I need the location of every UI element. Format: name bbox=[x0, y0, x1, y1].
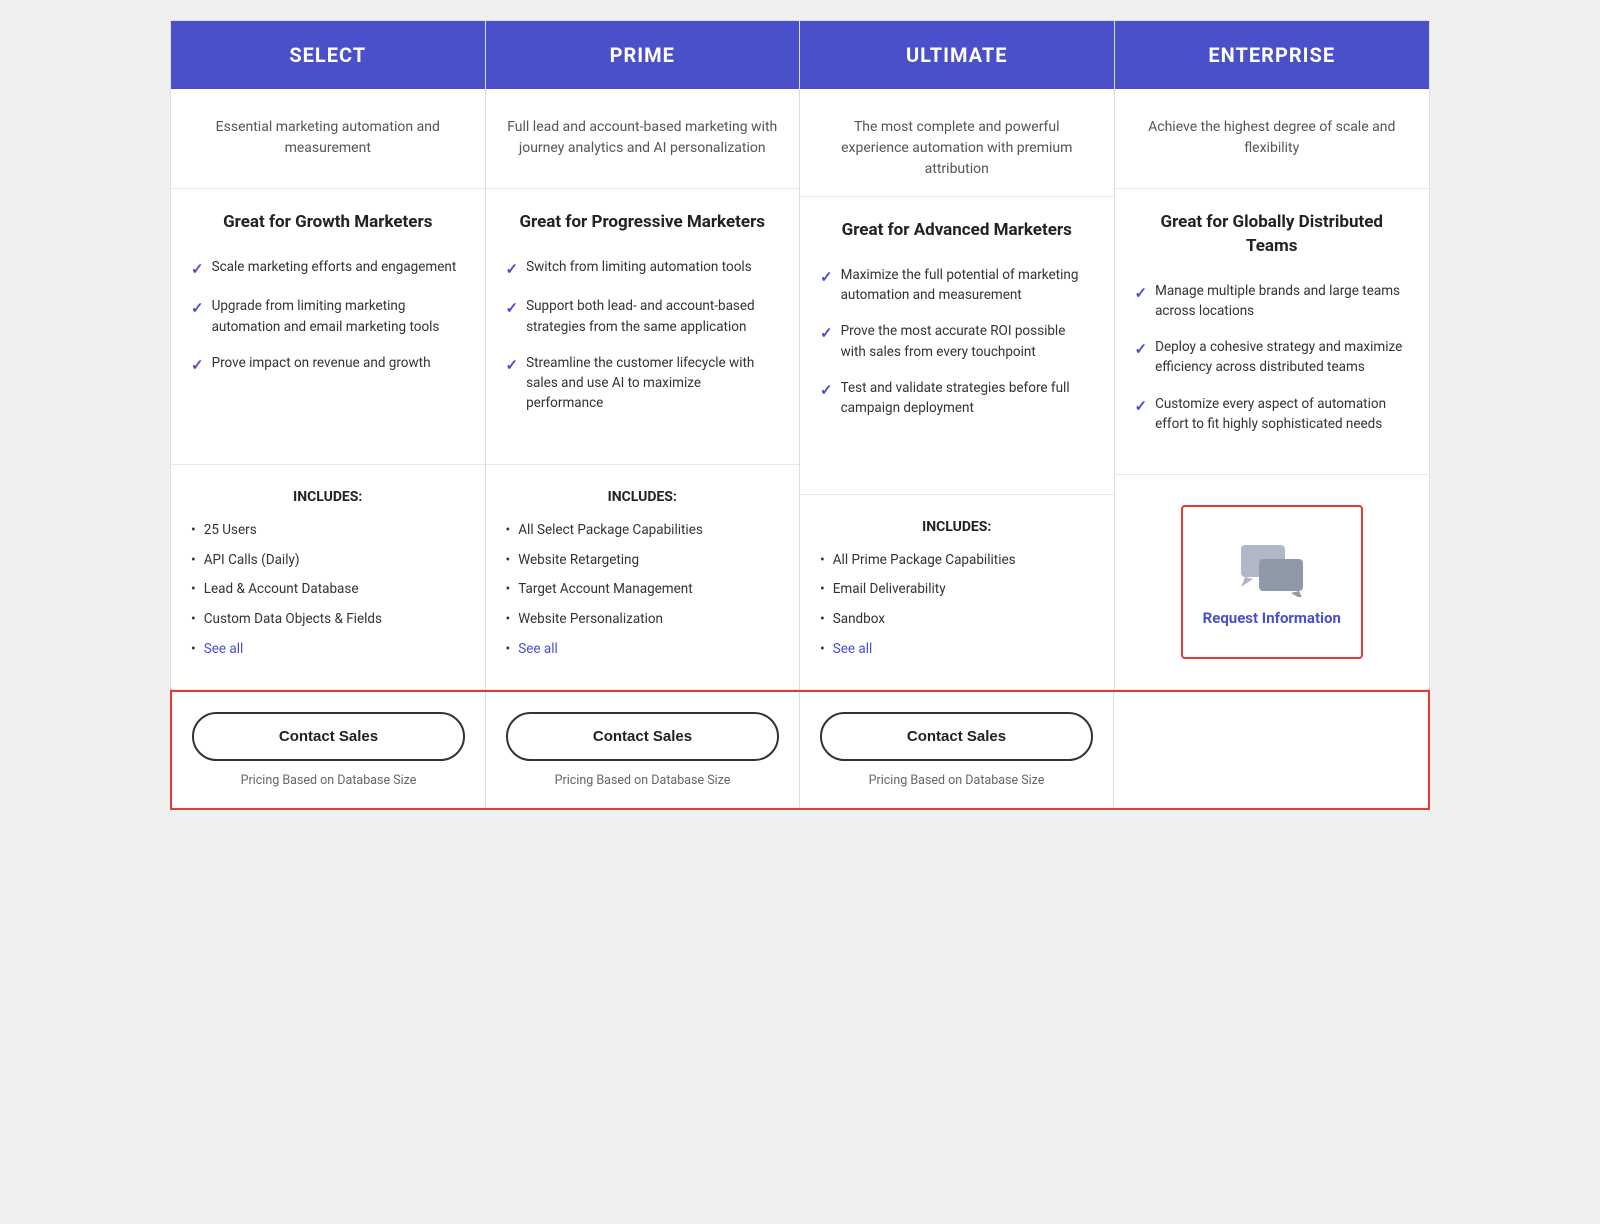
plan-prime-header: PRIME bbox=[486, 21, 800, 89]
footer-ultimate: Contact Sales Pricing Based on Database … bbox=[800, 692, 1114, 808]
check-icon: ✓ bbox=[1135, 338, 1148, 361]
chat-icon bbox=[1237, 537, 1307, 597]
plan-select-bullets: ✓Scale marketing efforts and engagement … bbox=[171, 245, 485, 465]
bullet-item: ✓Switch from limiting automation tools bbox=[506, 257, 780, 281]
plan-select-description: Essential marketing automation and measu… bbox=[171, 89, 485, 189]
includes-item: Target Account Management bbox=[506, 580, 780, 600]
pricing-comparison: SELECT Essential marketing automation an… bbox=[170, 20, 1430, 810]
includes-item: Website Personalization bbox=[506, 610, 780, 630]
bullet-item: ✓Prove impact on revenue and growth bbox=[191, 353, 465, 377]
pricing-note-prime: Pricing Based on Database Size bbox=[506, 773, 779, 788]
request-info-label[interactable]: Request Information bbox=[1203, 609, 1341, 627]
includes-list: All Prime Package Capabilities Email Del… bbox=[820, 551, 1094, 659]
includes-item: Lead & Account Database bbox=[191, 580, 465, 600]
plan-enterprise-request: Request Information bbox=[1115, 475, 1430, 690]
plan-ultimate: ULTIMATE The most complete and powerful … bbox=[800, 21, 1115, 690]
includes-item: Sandbox bbox=[820, 610, 1094, 630]
check-icon: ✓ bbox=[191, 354, 204, 377]
includes-item: All Prime Package Capabilities bbox=[820, 551, 1094, 571]
pricing-top-grid: SELECT Essential marketing automation an… bbox=[170, 20, 1430, 690]
check-icon: ✓ bbox=[820, 379, 833, 402]
footer-enterprise bbox=[1114, 692, 1428, 808]
plan-ultimate-tagline: Great for Advanced Marketers bbox=[800, 197, 1114, 253]
includes-item: 25 Users bbox=[191, 521, 465, 541]
plan-ultimate-bullets: ✓Maximize the full potential of marketin… bbox=[800, 253, 1114, 495]
plan-ultimate-header: ULTIMATE bbox=[800, 21, 1114, 89]
includes-item: See all bbox=[191, 640, 465, 660]
plan-select-header: SELECT bbox=[171, 21, 485, 89]
pricing-note-ultimate: Pricing Based on Database Size bbox=[820, 773, 1093, 788]
bullet-item: ✓Manage multiple brands and large teams … bbox=[1135, 281, 1410, 322]
contact-sales-ultimate[interactable]: Contact Sales bbox=[820, 712, 1093, 761]
bullet-item: ✓Upgrade from limiting marketing automat… bbox=[191, 296, 465, 337]
includes-item: Website Retargeting bbox=[506, 551, 780, 571]
plan-ultimate-description: The most complete and powerful experienc… bbox=[800, 89, 1114, 197]
check-icon: ✓ bbox=[1135, 395, 1148, 418]
footer-prime: Contact Sales Pricing Based on Database … bbox=[486, 692, 800, 808]
plan-enterprise-bullets: ✓Manage multiple brands and large teams … bbox=[1115, 269, 1430, 476]
plan-prime: PRIME Full lead and account-based market… bbox=[486, 21, 801, 690]
check-icon: ✓ bbox=[1135, 282, 1148, 305]
includes-item: Custom Data Objects & Fields bbox=[191, 610, 465, 630]
includes-item: See all bbox=[820, 640, 1094, 660]
bullet-item: ✓Deploy a cohesive strategy and maximize… bbox=[1135, 337, 1410, 378]
bullet-item: ✓Maximize the full potential of marketin… bbox=[820, 265, 1094, 306]
see-all-link[interactable]: See all bbox=[833, 640, 873, 659]
includes-title: INCLUDES: bbox=[820, 519, 1094, 535]
plan-prime-tagline: Great for Progressive Marketers bbox=[486, 189, 800, 245]
plan-enterprise-tagline: Great for Globally Distributed Teams bbox=[1115, 189, 1430, 269]
see-all-link[interactable]: See all bbox=[518, 640, 558, 659]
includes-item: Email Deliverability bbox=[820, 580, 1094, 600]
pricing-bottom-grid: Contact Sales Pricing Based on Database … bbox=[170, 690, 1430, 810]
check-icon: ✓ bbox=[820, 322, 833, 345]
bullet-item: ✓Prove the most accurate ROI possible wi… bbox=[820, 321, 1094, 362]
bullet-item: ✓Customize every aspect of automation ef… bbox=[1135, 394, 1410, 435]
footer-select: Contact Sales Pricing Based on Database … bbox=[172, 692, 486, 808]
check-icon: ✓ bbox=[820, 266, 833, 289]
includes-item: See all bbox=[506, 640, 780, 660]
bullet-item: ✓Streamline the customer lifecycle with … bbox=[506, 353, 780, 414]
plan-prime-description: Full lead and account-based marketing wi… bbox=[486, 89, 800, 189]
request-info-box[interactable]: Request Information bbox=[1181, 505, 1363, 659]
plan-select-includes: INCLUDES: 25 Users API Calls (Daily) Lea… bbox=[171, 465, 485, 690]
contact-sales-select[interactable]: Contact Sales bbox=[192, 712, 465, 761]
plan-select: SELECT Essential marketing automation an… bbox=[171, 21, 486, 690]
plan-prime-bullets: ✓Switch from limiting automation tools ✓… bbox=[486, 245, 800, 465]
plan-ultimate-includes: INCLUDES: All Prime Package Capabilities… bbox=[800, 495, 1114, 690]
bullet-item: ✓Test and validate strategies before ful… bbox=[820, 378, 1094, 419]
includes-list: 25 Users API Calls (Daily) Lead & Accoun… bbox=[191, 521, 465, 659]
bullet-item: ✓Scale marketing efforts and engagement bbox=[191, 257, 465, 281]
includes-item: All Select Package Capabilities bbox=[506, 521, 780, 541]
check-icon: ✓ bbox=[506, 297, 519, 320]
see-all-link[interactable]: See all bbox=[204, 640, 244, 659]
includes-title: INCLUDES: bbox=[191, 489, 465, 505]
pricing-note-select: Pricing Based on Database Size bbox=[192, 773, 465, 788]
check-icon: ✓ bbox=[191, 258, 204, 281]
check-icon: ✓ bbox=[506, 354, 519, 377]
includes-item: API Calls (Daily) bbox=[191, 551, 465, 571]
includes-title: INCLUDES: bbox=[506, 489, 780, 505]
plan-prime-includes: INCLUDES: All Select Package Capabilitie… bbox=[486, 465, 800, 690]
plan-select-tagline: Great for Growth Marketers bbox=[171, 189, 485, 245]
check-icon: ✓ bbox=[191, 297, 204, 320]
check-icon: ✓ bbox=[506, 258, 519, 281]
includes-list: All Select Package Capabilities Website … bbox=[506, 521, 780, 659]
contact-sales-prime[interactable]: Contact Sales bbox=[506, 712, 779, 761]
bullet-item: ✓Support both lead- and account-based st… bbox=[506, 296, 780, 337]
plan-enterprise-description: Achieve the highest degree of scale and … bbox=[1115, 89, 1430, 189]
plan-enterprise: ENTERPRISE Achieve the highest degree of… bbox=[1115, 21, 1430, 690]
plan-enterprise-header: ENTERPRISE bbox=[1115, 21, 1430, 89]
